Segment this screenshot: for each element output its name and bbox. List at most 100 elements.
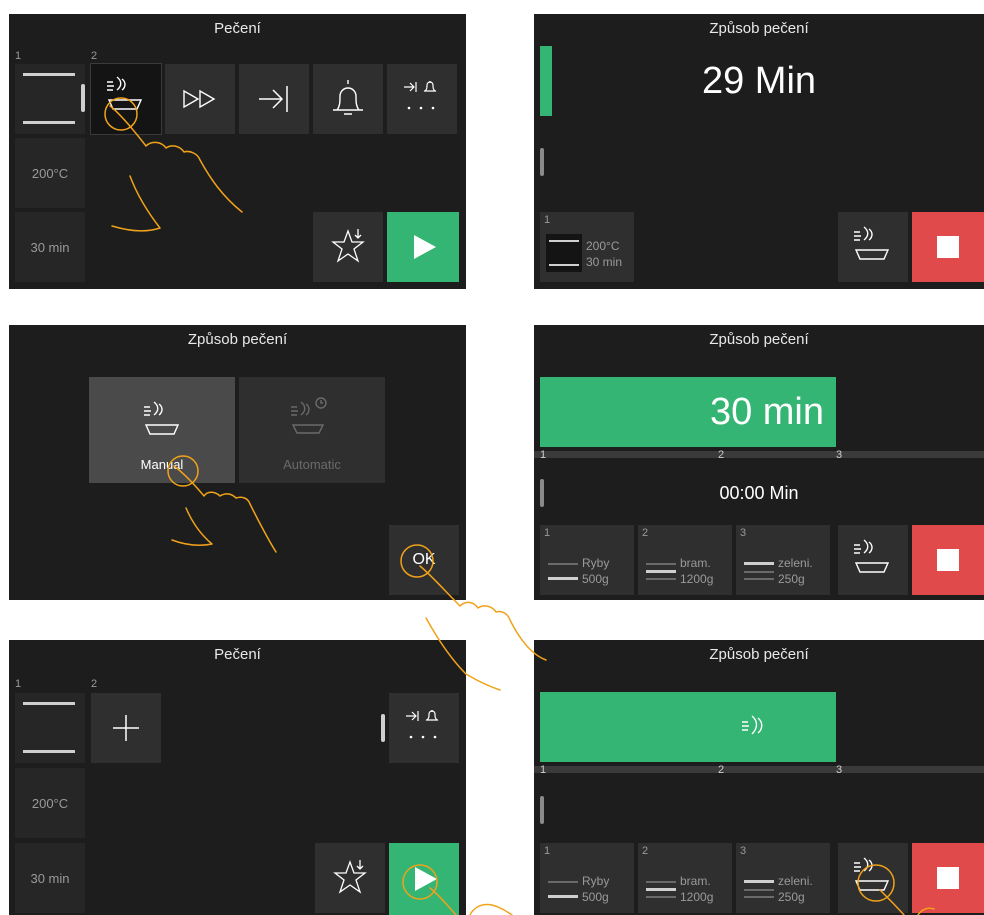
- fast-forward-icon: [183, 89, 216, 109]
- time-tile[interactable]: 30 min: [15, 843, 85, 913]
- temperature-value: 200°C: [586, 239, 620, 253]
- favorite-button[interactable]: [315, 843, 385, 913]
- alarm-button[interactable]: [313, 64, 383, 134]
- shelf-line: [23, 702, 75, 705]
- temperature-tile[interactable]: 200°C: [15, 768, 85, 838]
- time-value: 30 min: [586, 255, 623, 269]
- bell-icon: [333, 80, 363, 115]
- scrollbar[interactable]: [540, 148, 544, 176]
- time-tile[interactable]: 30 min: [15, 212, 85, 282]
- shelf-line: [548, 577, 578, 580]
- page-title: Způsob pečení: [709, 20, 809, 37]
- stop-icon: [937, 549, 959, 571]
- shelf-level-tile[interactable]: [15, 64, 85, 134]
- temperature-value: 200°C: [31, 166, 69, 181]
- shelf-line: [744, 571, 774, 573]
- level-number: 3: [740, 527, 747, 539]
- duration-display[interactable]: 30 min: [540, 377, 836, 447]
- panel-mode-select: Způsob pečení Manual Automatic OK: [9, 325, 466, 600]
- shelf-line: [646, 570, 676, 573]
- track-label: 3: [836, 449, 843, 461]
- shelf-line: [548, 881, 578, 883]
- arrow-to-line-icon: [259, 86, 288, 112]
- start-button[interactable]: [387, 212, 459, 282]
- favorite-button[interactable]: [313, 212, 383, 282]
- scrollbar[interactable]: [81, 84, 85, 112]
- shelf-line: [744, 889, 774, 891]
- steam-dish-icon: [854, 539, 890, 573]
- track-label: 2: [718, 764, 725, 776]
- scrollbar[interactable]: [381, 714, 385, 742]
- food-name: bram.: [680, 556, 711, 570]
- stop-button[interactable]: [912, 525, 984, 595]
- page-title: Způsob pečení: [709, 646, 809, 663]
- end-bell-more-icon: [406, 710, 439, 739]
- stop-button[interactable]: [912, 843, 984, 913]
- level-number: 3: [740, 845, 747, 857]
- track-label: 3: [836, 764, 843, 776]
- manual-option[interactable]: Manual: [89, 377, 235, 483]
- favorite-star-icon: [333, 860, 367, 894]
- level-track: [534, 451, 984, 458]
- panel-baking-setup: Pečení 1 2 200°C 30 min: [9, 14, 466, 289]
- baking-mode-button[interactable]: [90, 63, 162, 135]
- plus-icon: [113, 715, 139, 741]
- baking-mode-button[interactable]: [838, 843, 908, 913]
- food-name: zeleni.: [778, 556, 813, 570]
- shelf-level-tile[interactable]: [15, 693, 85, 763]
- shelf-line: [646, 563, 676, 565]
- track-label: 1: [540, 449, 547, 461]
- level-tile[interactable]: 1 200°C 30 min: [540, 212, 634, 282]
- panel-multi-level-timer: Způsob pečení 30 min 1 2 3 00:00 Min 1 R…: [534, 325, 984, 600]
- level-number: 2: [91, 678, 98, 690]
- food-weight: 250g: [778, 572, 805, 586]
- automatic-label: Automatic: [283, 457, 341, 472]
- level-tile[interactable]: 2 bram. 1200g: [638, 525, 732, 595]
- more-options-button[interactable]: [389, 693, 459, 763]
- steam-dish-timer-icon: [291, 397, 327, 434]
- food-name: Ryby: [582, 556, 610, 570]
- shelf-line: [548, 895, 578, 898]
- level-tile[interactable]: 1 Ryby 500g: [540, 525, 634, 595]
- shelf-line: [549, 240, 579, 242]
- shelf-line: [23, 121, 75, 124]
- ok-button[interactable]: OK: [389, 525, 459, 595]
- steam-dish-icon: [107, 76, 143, 110]
- shelf-line: [646, 896, 676, 898]
- level-number: 1: [544, 214, 551, 226]
- level-tile[interactable]: 2 bram. 1200g: [638, 843, 732, 913]
- level-number: 1: [15, 678, 22, 690]
- level-number: 1: [544, 845, 551, 857]
- mode-display[interactable]: [540, 692, 836, 762]
- baking-mode-button[interactable]: [838, 525, 908, 595]
- time-value: 30 min: [30, 871, 70, 886]
- start-button[interactable]: [389, 843, 459, 915]
- automatic-option[interactable]: Automatic: [239, 377, 385, 483]
- scrollbar[interactable]: [540, 796, 544, 824]
- level-tile[interactable]: 1 Ryby 500g: [540, 843, 634, 913]
- food-name: zeleni.: [778, 874, 813, 888]
- shelf-line: [744, 578, 774, 580]
- stop-button[interactable]: [912, 212, 984, 282]
- temperature-tile[interactable]: 200°C: [15, 138, 85, 208]
- track-label: 2: [718, 449, 725, 461]
- level-number: 2: [91, 50, 98, 62]
- level-number: 1: [15, 50, 22, 62]
- shelf-line: [23, 73, 75, 76]
- clock-display: 00:00 Min: [719, 483, 799, 503]
- food-weight: 1200g: [680, 890, 714, 904]
- more-options-button[interactable]: [387, 64, 457, 134]
- temperature-value: 200°C: [31, 796, 69, 811]
- add-level-button[interactable]: [91, 693, 161, 763]
- fast-forward-button[interactable]: [165, 64, 235, 134]
- level-tile[interactable]: 3 zeleni. 250g: [736, 843, 830, 913]
- baking-mode-button[interactable]: [838, 212, 908, 282]
- shelf-box: [546, 234, 582, 272]
- play-icon: [414, 235, 436, 259]
- panel-running-manual: Způsob pečení 29 Min 1 200°C 30 min: [534, 14, 984, 289]
- steam-dish-icon: [854, 857, 890, 891]
- shelf-line: [548, 563, 578, 565]
- level-tile[interactable]: 3 zeleni. 250g: [736, 525, 830, 595]
- end-time-button[interactable]: [239, 64, 309, 134]
- shelf-line: [549, 264, 579, 266]
